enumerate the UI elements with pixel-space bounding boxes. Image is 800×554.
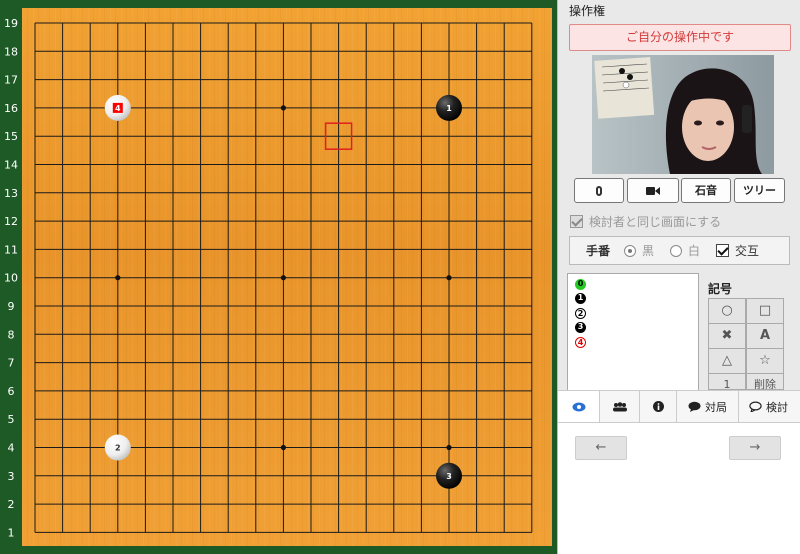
same-screen-option[interactable]: 検討者と同じ画面にする [570, 213, 721, 230]
users-icon [612, 401, 627, 411]
row-label: 17 [4, 74, 18, 87]
stone-number: 2 [115, 444, 121, 453]
camera-button[interactable] [627, 178, 679, 203]
turn-label: 手番 [586, 244, 611, 258]
move-number: 4 [575, 336, 586, 348]
row-label: 9 [8, 300, 15, 313]
stone-number: 3 [446, 472, 452, 481]
chat-outline-icon [749, 401, 762, 412]
star-point [280, 105, 286, 111]
tab-bar: 対局 検討 [558, 390, 800, 423]
turn-white-radio[interactable] [670, 244, 683, 257]
video-feed [592, 55, 774, 174]
row-label: 19 [4, 17, 18, 30]
board-grid[interactable]: 1 2 3 4 [22, 8, 552, 546]
cross-mark-button[interactable]: ✖ [708, 323, 746, 349]
arrow-left-icon: ← [595, 440, 607, 455]
row-label: 5 [8, 413, 15, 426]
move-number: 1 [575, 293, 586, 305]
move-list-item[interactable]: 0 [575, 277, 698, 292]
tab-game-label: 対局 [705, 400, 727, 414]
row-label: 6 [8, 385, 15, 398]
stone-number: 4 [115, 104, 121, 113]
turn-white-label: 白 [688, 244, 701, 258]
tab-content: ← → [558, 423, 800, 554]
row-label: 10 [4, 272, 18, 285]
circle-mark-button[interactable]: ○ [708, 298, 746, 324]
row-label: 18 [4, 45, 18, 58]
move-list-item[interactable]: 3 [575, 321, 698, 336]
move-number: 2 [575, 307, 586, 319]
row-label: 8 [8, 328, 15, 341]
move-number: 0 [575, 278, 586, 290]
row-label: 13 [4, 187, 18, 200]
row-label: 16 [4, 102, 18, 115]
star-point [446, 275, 452, 281]
webcam-image [592, 55, 774, 174]
info-icon [652, 401, 664, 412]
move-list-item[interactable]: 2 [575, 306, 698, 321]
tab-review-label: 検討 [766, 400, 788, 414]
row-label: 1 [8, 526, 15, 539]
row-label: 4 [8, 442, 15, 455]
move-list-item[interactable]: 4 [575, 335, 698, 350]
move-number: 3 [575, 322, 586, 334]
video-camera-icon [646, 187, 655, 195]
forward-button[interactable]: → [729, 436, 781, 460]
tab-view[interactable] [558, 391, 600, 422]
eye-icon [572, 402, 585, 411]
same-screen-checkbox[interactable] [570, 215, 583, 228]
turn-selector: 手番 黒 白 交互 [569, 236, 790, 265]
symbol-title: 記号 [708, 282, 733, 296]
tab-review[interactable]: 検討 [739, 391, 800, 422]
turn-alternate-label: 交互 [735, 244, 760, 258]
microphone-icon [596, 186, 602, 196]
star-mark-button[interactable]: ☆ [746, 348, 784, 374]
tree-button[interactable]: ツリー [734, 178, 785, 203]
stone-sound-button[interactable]: 石音 [681, 178, 731, 203]
tab-users[interactable] [600, 391, 640, 422]
star-point [280, 275, 286, 281]
letter-mark-button[interactable]: A [746, 323, 784, 349]
tab-info[interactable] [640, 391, 677, 422]
row-labels: 19 18 17 16 15 14 13 12 11 10 9 8 7 6 5 4 3 2 1 [4, 17, 18, 539]
board-frame: 1234 19 18 17 16 15 14 13 12 11 10 9 8 7 6 5 4 3 2 1 [0, 0, 557, 554]
square-mark-button[interactable]: □ [746, 298, 784, 324]
triangle-mark-button[interactable]: △ [708, 348, 746, 374]
delete-mark-button[interactable]: 削除 [746, 373, 784, 390]
turn-black-radio[interactable] [624, 244, 637, 257]
row-label: 2 [8, 498, 15, 511]
arrow-right-icon: → [749, 440, 761, 455]
go-board[interactable]: 1 2 3 4 [22, 8, 552, 546]
star-point [115, 275, 121, 281]
mic-button[interactable] [574, 178, 624, 203]
back-button[interactable]: ← [575, 436, 627, 460]
row-label: 14 [4, 159, 18, 172]
row-label: 15 [4, 130, 18, 143]
row-label: 7 [8, 357, 15, 370]
number-mark-button[interactable]: 1 [708, 373, 746, 390]
stone-number: 1 [446, 104, 452, 113]
turn-black-label: 黒 [642, 244, 655, 258]
tab-game[interactable]: 対局 [677, 391, 739, 422]
turn-alternate-checkbox[interactable] [716, 244, 730, 257]
same-screen-label: 検討者と同じ画面にする [589, 215, 722, 229]
row-label: 12 [4, 215, 18, 228]
row-label: 3 [8, 470, 15, 483]
move-list-item[interactable]: 1 [575, 292, 698, 307]
star-point [446, 444, 452, 451]
chat-bubble-icon [688, 401, 701, 412]
star-point [280, 444, 286, 451]
control-title: 操作権 [569, 4, 606, 18]
move-list[interactable]: 0 1 2 3 4 [567, 273, 699, 391]
control-status-banner: ご自分の操作中です [569, 24, 791, 51]
row-label: 11 [4, 243, 18, 256]
